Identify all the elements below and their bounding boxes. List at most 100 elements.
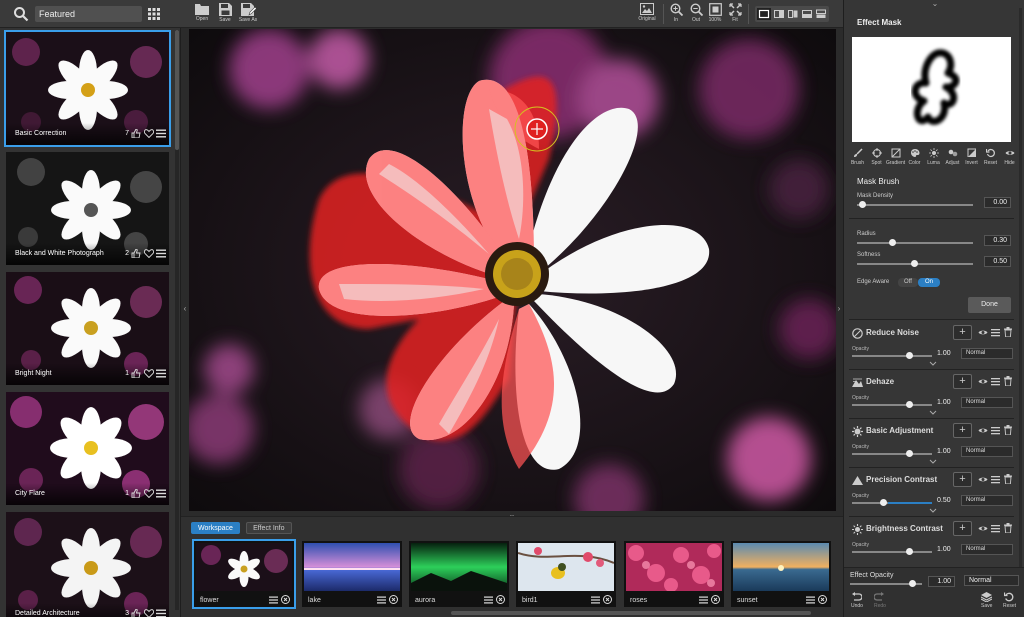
menu-icon[interactable] [484,596,493,604]
effect-blend-select[interactable]: Normal [964,575,1019,586]
radius-slider[interactable] [857,242,973,244]
radius-knob[interactable] [889,239,896,246]
collapse-right-icon[interactable]: › [835,305,843,313]
trash-icon[interactable] [1004,376,1012,386]
undo-button[interactable]: Undo [851,592,863,609]
fit-button[interactable]: Fit [727,3,743,26]
tab-workspace[interactable]: Workspace [191,522,240,534]
tab-effect-info[interactable]: Effect Info [246,522,292,534]
thumbs-up-icon[interactable] [131,369,141,378]
color-tool-button[interactable]: Color [905,148,924,166]
opacity-knob[interactable] [906,401,913,408]
close-circle-icon[interactable] [281,595,290,604]
eye-icon[interactable] [978,524,988,533]
blend-mode-select[interactable]: Normal [961,544,1013,555]
add-mask-button[interactable]: + [953,374,972,389]
stacked-view-icon[interactable] [814,8,828,20]
chevron-down-icon[interactable] [929,361,937,367]
close-circle-icon[interactable] [711,595,720,604]
filmstrip-item-bird1[interactable]: bird1 [516,541,616,607]
opacity-value[interactable]: 0.50 [937,497,951,504]
filmstrip-scrollbar[interactable] [451,611,811,615]
preset-item-basic-correction[interactable]: Basic Correction 7 [4,30,171,147]
add-mask-button[interactable]: + [953,325,972,340]
preset-item-detailed-architecture[interactable]: Detailed Architecture 3 [6,512,169,617]
side-by-side-icon[interactable] [786,8,800,20]
collapse-top-icon[interactable]: ⌄ [931,0,939,8]
grid-view-icon[interactable] [148,8,160,20]
effect-opacity-value[interactable]: 1.00 [928,576,955,587]
filmstrip-item-flower[interactable]: flower [192,539,296,609]
reset-effects-button[interactable]: Reset [1003,592,1016,609]
edge-aware-on[interactable]: On [918,278,940,287]
opacity-knob[interactable] [906,450,913,457]
heart-icon[interactable] [144,249,154,258]
close-circle-icon[interactable] [603,595,612,604]
menu-icon[interactable] [269,596,278,604]
invert-tool-button[interactable]: Invert [962,148,981,166]
menu-icon[interactable] [991,328,1000,337]
original-button[interactable]: Original [636,3,658,26]
zoom-in-button[interactable]: In [668,3,684,26]
preset-item-black-and-white[interactable]: Black and White Photograph 2 [6,152,169,265]
preset-item-bright-night[interactable]: Bright Night 1 [6,272,169,385]
menu-icon[interactable] [991,524,1000,533]
eye-icon[interactable] [978,426,988,435]
blend-mode-select[interactable]: Normal [961,348,1013,359]
add-mask-button[interactable]: + [953,423,972,438]
chevron-down-icon[interactable] [929,508,937,514]
filmstrip-item-sunset[interactable]: sunset [731,541,831,607]
thumbs-up-icon[interactable] [131,129,141,138]
heart-icon[interactable] [144,129,154,138]
collapse-left-icon[interactable]: ‹ [181,305,189,313]
gradient-tool-button[interactable]: Gradient [886,148,905,166]
effects-scrollbar[interactable] [1019,8,1022,608]
thumbs-up-icon[interactable] [131,489,141,498]
menu-icon[interactable] [156,489,166,498]
spot-tool-button[interactable]: Spot [867,148,886,166]
filmstrip-item-aurora[interactable]: aurora [409,541,509,607]
radius-value[interactable]: 0.30 [984,235,1011,246]
save-button[interactable]: Save [216,3,234,26]
done-button[interactable]: Done [968,297,1011,313]
blend-mode-select[interactable]: Normal [961,446,1013,457]
trash-icon[interactable] [1004,474,1012,484]
opacity-slider[interactable] [852,502,932,504]
chevron-down-icon[interactable] [929,410,937,416]
close-circle-icon[interactable] [818,595,827,604]
menu-icon[interactable] [991,475,1000,484]
preset-item-city-flare[interactable]: City Flare 1 [6,392,169,505]
effect-opacity-knob[interactable] [909,580,916,587]
opacity-slider[interactable] [852,453,932,455]
filmstrip-item-roses[interactable]: roses [624,541,724,607]
menu-icon[interactable] [591,596,600,604]
softness-knob[interactable] [911,260,918,267]
zoom-out-button[interactable]: Out [688,3,704,26]
trash-icon[interactable] [1004,523,1012,533]
split-view-icon[interactable] [772,8,786,20]
presets-scrollbar[interactable] [175,30,179,610]
add-mask-button[interactable]: + [953,521,972,536]
luma-tool-button[interactable]: Luma [924,148,943,166]
search-icon[interactable] [13,6,29,22]
opacity-slider[interactable] [852,404,932,406]
opacity-slider[interactable] [852,551,932,553]
close-circle-icon[interactable] [389,595,398,604]
mask-density-value[interactable]: 0.00 [984,197,1011,208]
menu-icon[interactable] [991,426,1000,435]
hide-tool-button[interactable]: Hide [1000,148,1019,166]
preset-filter-select[interactable]: Featured [35,6,142,22]
heart-icon[interactable] [144,489,154,498]
menu-icon[interactable] [699,596,708,604]
opacity-value[interactable]: 1.00 [937,448,951,455]
save-as-button[interactable]: Save As [237,3,259,26]
open-button[interactable]: Open [193,3,211,26]
heart-icon[interactable] [144,609,154,617]
eye-icon[interactable] [978,377,988,386]
single-view-icon[interactable] [757,8,771,20]
trash-icon[interactable] [1004,425,1012,435]
opacity-value[interactable]: 1.00 [937,399,951,406]
opacity-knob[interactable] [880,499,887,506]
split-horizontal-icon[interactable] [800,8,814,20]
eye-icon[interactable] [978,475,988,484]
